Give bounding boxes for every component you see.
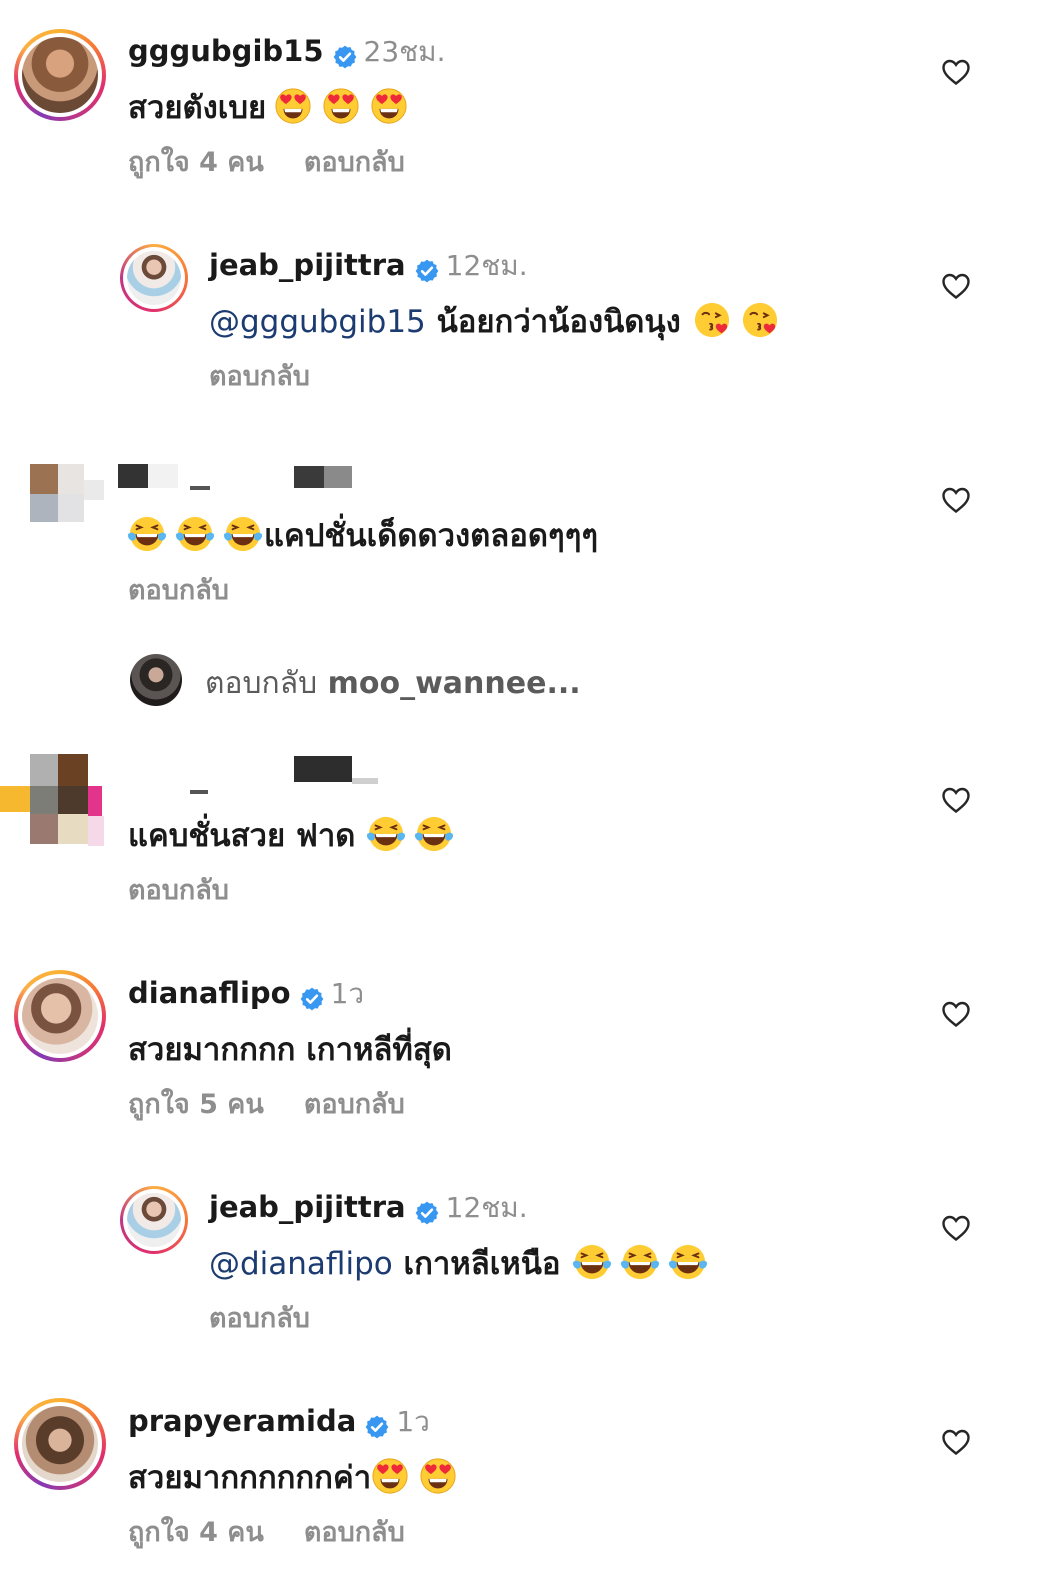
username[interactable]: jeab_pijittra	[209, 1190, 406, 1224]
mention-link[interactable]: @dianaflipo	[209, 1246, 393, 1282]
like-heart-icon[interactable]	[941, 272, 971, 300]
kiss-emoji-icon	[693, 301, 731, 339]
heart-eyes-emoji-icon	[322, 87, 360, 125]
comment-text: เกาหลีเหนือ	[392, 1246, 561, 1282]
like-heart-icon[interactable]	[941, 1428, 971, 1456]
laugh-tears-emoji-icon	[224, 515, 262, 553]
comment-text: แคบชั่นสวย ฟาด	[128, 818, 356, 854]
reply-username[interactable]: moo_wannee...	[328, 666, 581, 701]
comment-text: สวยมากกกกกกค่า	[128, 1460, 372, 1496]
timestamp: 1ว	[396, 1405, 430, 1438]
avatar[interactable]	[130, 654, 182, 706]
reply-button[interactable]: ตอบกลับ	[209, 361, 310, 392]
mention-link[interactable]: @gggubgib15	[209, 304, 426, 340]
reply-button[interactable]: ตอบกลับ	[304, 147, 405, 178]
comment-text: น้อยกว่าน้องนิดนุง	[425, 304, 681, 340]
reply-button[interactable]: ตอบกลับ	[209, 1303, 310, 1334]
reply-button[interactable]: ตอบกลับ	[304, 1089, 405, 1120]
avatar-photo	[127, 1193, 181, 1247]
heart-eyes-emoji-icon	[274, 87, 312, 125]
verified-badge-icon	[299, 986, 325, 1012]
avatar-photo	[22, 978, 98, 1054]
laugh-tears-emoji-icon	[367, 815, 405, 853]
timestamp: 12ชม.	[445, 1191, 528, 1224]
laugh-tears-emoji-icon	[415, 815, 453, 853]
avatar-photo	[22, 1406, 98, 1482]
like-count[interactable]: ถูกใจ 4 คน	[128, 1517, 264, 1548]
username[interactable]: prapyeramida	[128, 1404, 356, 1438]
username[interactable]: dianaflipo	[128, 976, 291, 1010]
like-heart-icon[interactable]	[941, 58, 971, 86]
username[interactable]: gggubgib15	[128, 34, 324, 68]
laugh-tears-emoji-icon	[669, 1243, 707, 1281]
like-heart-icon[interactable]	[941, 486, 971, 514]
timestamp: 12ชม.	[445, 249, 528, 282]
avatar[interactable]	[14, 1398, 106, 1490]
avatar-photo	[127, 251, 181, 305]
avatar-photo	[22, 37, 98, 113]
timestamp: 1ว	[330, 977, 365, 1010]
reply-button[interactable]: ตอบกลับ	[128, 575, 229, 606]
avatar[interactable]	[120, 244, 188, 312]
avatar[interactable]	[14, 970, 106, 1062]
heart-eyes-emoji-icon	[371, 1457, 409, 1495]
kiss-emoji-icon	[741, 301, 779, 339]
like-count[interactable]: ถูกใจ 5 คน	[128, 1089, 264, 1120]
like-heart-icon[interactable]	[941, 1214, 971, 1242]
verified-badge-icon	[332, 44, 358, 70]
username[interactable]: jeab_pijittra	[209, 248, 406, 282]
verified-badge-icon	[364, 1414, 390, 1440]
laugh-tears-emoji-icon	[621, 1243, 659, 1281]
laugh-tears-emoji-icon	[573, 1243, 611, 1281]
reply-button[interactable]: ตอบกลับ	[304, 1517, 405, 1548]
timestamp: 23ชม.	[363, 35, 446, 68]
comment-text: แคปชั่นเด็ดดวงตลอดๆๆๆ	[264, 518, 598, 554]
comment-text: สวยมากกกก เกาหลีที่สุด	[128, 1032, 452, 1068]
like-heart-icon[interactable]	[941, 786, 971, 814]
like-heart-icon[interactable]	[941, 1000, 971, 1028]
reply-button[interactable]: ตอบกลับ	[128, 875, 229, 906]
avatar[interactable]	[120, 1186, 188, 1254]
laugh-tears-emoji-icon	[128, 515, 166, 553]
verified-badge-icon	[414, 258, 440, 284]
verified-badge-icon	[414, 1200, 440, 1226]
avatar[interactable]	[14, 29, 106, 121]
laugh-tears-emoji-icon	[176, 515, 214, 553]
like-count[interactable]: ถูกใจ 4 คน	[128, 147, 264, 178]
reply-prefix: ตอบกลับ	[205, 666, 318, 701]
heart-eyes-emoji-icon	[419, 1457, 457, 1495]
heart-eyes-emoji-icon	[370, 87, 408, 125]
comment-text: สวยตังเบย	[128, 90, 267, 126]
